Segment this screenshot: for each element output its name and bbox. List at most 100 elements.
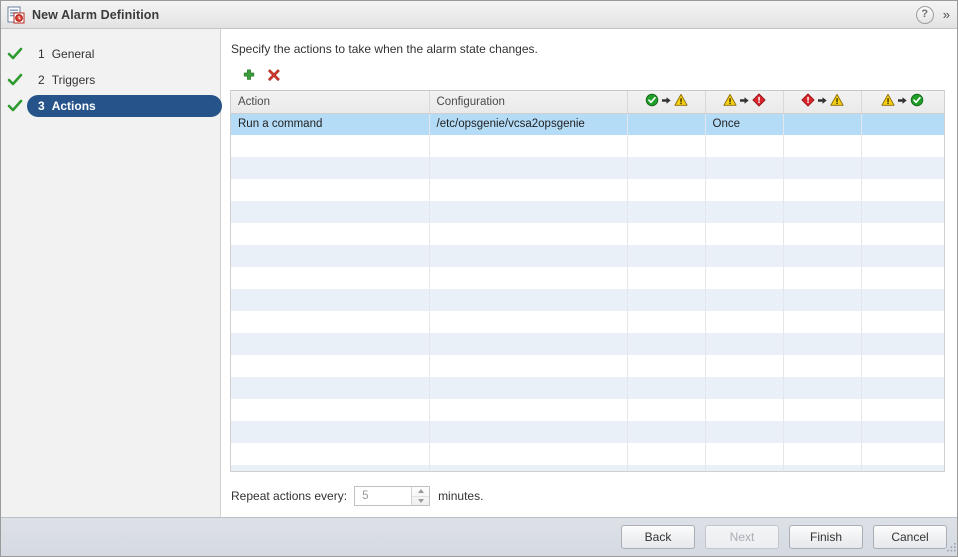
cell-warning_to_normal <box>861 135 944 157</box>
cell-warning_to_normal <box>861 377 944 399</box>
table-row[interactable] <box>231 179 944 201</box>
cell-warning_to_normal <box>861 421 944 443</box>
red-x-icon[interactable] <box>266 67 282 83</box>
cell-action <box>231 223 430 245</box>
chevron-right-double-icon[interactable]: » <box>943 7 950 22</box>
transition-normal-to-warning-icons <box>645 93 688 107</box>
cell-warning_to_alert <box>705 465 784 471</box>
cell-warning_to_normal <box>861 201 944 223</box>
cell-warning_to_alert <box>705 267 784 289</box>
table-row[interactable] <box>231 355 944 377</box>
table-row[interactable] <box>231 333 944 355</box>
cell-alert_to_warning <box>783 355 862 377</box>
status-normal-green-check-icon <box>645 94 658 107</box>
cell-configuration <box>429 267 628 289</box>
sidebar-item-general-number: 1 <box>38 47 45 61</box>
cell-configuration <box>429 135 628 157</box>
transition-alert-to-warning-icons <box>800 93 844 107</box>
cell-configuration <box>429 377 628 399</box>
cell-normal_to_warning <box>627 267 706 289</box>
sidebar-item-general[interactable]: 1 General <box>1 41 220 67</box>
table-row[interactable] <box>231 267 944 289</box>
cell-normal_to_warning <box>627 443 706 465</box>
cell-warning_to_alert <box>705 377 784 399</box>
cell-action <box>231 399 430 421</box>
table-row[interactable] <box>231 465 944 471</box>
cell-warning_to_alert <box>705 135 784 157</box>
cell-warning_to_alert <box>705 421 784 443</box>
cell-warning_to_alert <box>705 399 784 421</box>
cell-configuration <box>429 421 628 443</box>
repeat-interval-stepper[interactable] <box>354 486 431 506</box>
sidebar-item-triggers[interactable]: 2 Triggers <box>1 67 220 93</box>
table-row[interactable] <box>231 223 944 245</box>
table-row[interactable] <box>231 421 944 443</box>
actions-toolbar <box>230 63 949 87</box>
resize-grip-icon[interactable] <box>945 542 957 554</box>
cell-warning_to_alert <box>705 157 784 179</box>
check-icon <box>7 99 23 112</box>
table-row[interactable] <box>231 377 944 399</box>
repeat-interval-decrement-button[interactable] <box>412 497 429 506</box>
column-header-warning-to-alert[interactable] <box>705 91 784 114</box>
transition-warning-to-alert-icons <box>722 93 766 107</box>
sidebar-item-general-pill: 1 General <box>27 43 222 65</box>
table-row[interactable] <box>231 311 944 333</box>
cell-normal_to_warning <box>627 399 706 421</box>
cell-warning_to_normal <box>861 179 944 201</box>
finish-button[interactable]: Finish <box>789 525 863 549</box>
sidebar-item-actions[interactable]: 3 Actions <box>1 93 222 119</box>
table-row[interactable] <box>231 443 944 465</box>
cell-normal_to_warning <box>627 157 706 179</box>
repeat-interval-input[interactable] <box>360 489 417 503</box>
cell-action <box>231 245 430 267</box>
back-button[interactable]: Back <box>621 525 695 549</box>
column-header-warning-to-normal[interactable] <box>861 91 944 114</box>
cell-configuration: /etc/opsgenie/vcsa2opsgenie <box>429 113 628 135</box>
column-header-configuration[interactable]: Configuration <box>429 91 628 114</box>
cell-normal_to_warning <box>627 421 706 443</box>
column-header-alert-to-warning[interactable] <box>783 91 862 114</box>
window-title: New Alarm Definition <box>32 7 160 22</box>
help-button[interactable]: ? <box>915 5 934 24</box>
cell-normal_to_warning <box>627 113 706 135</box>
cell-warning_to_alert <box>705 311 784 333</box>
cell-warning_to_alert <box>705 223 784 245</box>
transition-warning-to-normal-icons <box>881 93 924 107</box>
cell-alert_to_warning <box>783 377 862 399</box>
sidebar-item-actions-label: Actions <box>51 99 96 113</box>
triangle-down-icon <box>417 498 424 503</box>
cell-configuration <box>429 201 628 223</box>
cell-alert_to_warning <box>783 179 862 201</box>
repeat-interval-increment-button[interactable] <box>412 487 430 497</box>
table-row[interactable] <box>231 245 944 267</box>
status-warning-yellow-triangle-icon <box>722 94 737 106</box>
table-row[interactable] <box>231 289 944 311</box>
column-header-action[interactable]: Action <box>231 91 430 114</box>
cell-normal_to_warning <box>627 179 706 201</box>
cell-warning_to_alert <box>705 179 784 201</box>
table-row[interactable] <box>231 201 944 223</box>
cell-configuration <box>429 179 628 201</box>
column-header-normal-to-warning[interactable] <box>627 91 706 114</box>
cell-configuration <box>429 289 628 311</box>
cell-warning_to_normal <box>861 157 944 179</box>
cell-warning_to_normal <box>861 245 944 267</box>
cell-configuration <box>429 399 628 421</box>
actions-panel: Specify the actions to take when the ala… <box>222 29 957 518</box>
green-plus-icon[interactable] <box>241 67 257 83</box>
sidebar-item-triggers-label: Triggers <box>51 73 96 87</box>
cell-normal_to_warning <box>627 355 706 377</box>
table-row[interactable] <box>231 157 944 179</box>
dialog-footer: Back Next Finish Cancel <box>1 517 957 556</box>
table-row[interactable] <box>231 135 944 157</box>
cell-configuration <box>429 157 628 179</box>
table-row[interactable]: Run a command/etc/opsgenie/vcsa2opsgenie… <box>231 113 944 135</box>
cell-warning_to_normal <box>861 465 944 471</box>
cell-action <box>231 421 430 443</box>
cell-warning_to_alert <box>705 201 784 223</box>
cancel-button[interactable]: Cancel <box>873 525 947 549</box>
table-row[interactable] <box>231 399 944 421</box>
cell-configuration <box>429 223 628 245</box>
repeat-interval-spin-buttons <box>411 487 430 506</box>
